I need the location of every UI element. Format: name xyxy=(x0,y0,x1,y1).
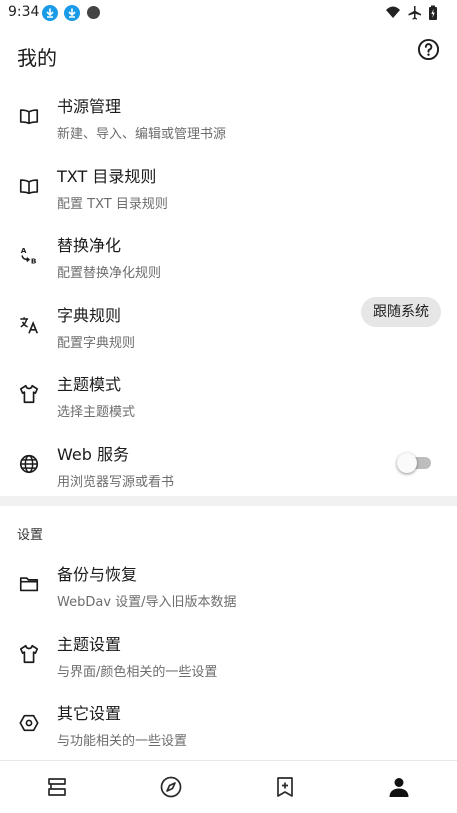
menu-item-subtitle: WebDav 设置/导入旧版本数据 xyxy=(57,595,237,610)
menu-item-title: TXT 目录规则 xyxy=(57,166,157,186)
menu-item-title: 替换净化 xyxy=(57,236,122,255)
nav-discover[interactable] xyxy=(114,761,228,813)
compass-icon xyxy=(160,776,182,798)
help-icon[interactable] xyxy=(417,38,440,61)
airplane-icon xyxy=(408,6,421,20)
status-right-icons xyxy=(385,4,447,22)
switch-thumb xyxy=(397,453,417,473)
section-divider xyxy=(0,496,457,506)
folder-icon xyxy=(18,573,40,595)
svg-text:A: A xyxy=(21,246,27,255)
menu-item-subtitle: 配置替换净化规则 xyxy=(57,266,162,281)
status-bar: 9:34 xyxy=(0,0,457,26)
app-bar: 我的 xyxy=(0,26,457,82)
menu-item-title: 备份与恢复 xyxy=(57,565,138,584)
menu-item-subtitle: 选择主题模式 xyxy=(57,405,136,420)
nav-bookshelf[interactable] xyxy=(0,761,114,813)
shirt-icon xyxy=(18,643,40,665)
book-icon xyxy=(18,105,40,127)
menu-item-theme-settings[interactable]: 主题设置 与界面/颜色相关的一些设置 xyxy=(0,620,457,690)
menu-item-title: Web 服务 xyxy=(57,444,129,464)
menu-item-backup[interactable]: 备份与恢复 WebDav 设置/导入旧版本数据 xyxy=(0,550,457,620)
menu-item-theme-mode[interactable]: 主题模式 选择主题模式 xyxy=(0,360,457,430)
bookmark-add-icon xyxy=(277,777,293,797)
menu-item-subtitle: 与界面/颜色相关的一些设置 xyxy=(57,664,218,680)
main-menu-list: 书源管理 新建、导入、编辑或管理书源 TXT 目录规则 配置 TXT 目录规则 … xyxy=(0,82,457,499)
person-icon xyxy=(389,778,409,797)
menu-item-replace[interactable]: AB 替换净化 配置替换净化规则 xyxy=(0,221,457,291)
bookshelf-icon xyxy=(48,778,66,796)
globe-icon xyxy=(18,453,40,475)
menu-item-book-source[interactable]: 书源管理 新建、导入、编辑或管理书源 xyxy=(0,82,457,152)
menu-item-title: 字典规则 xyxy=(57,305,122,325)
shirt-icon xyxy=(18,383,40,405)
nav-rss[interactable] xyxy=(228,761,342,813)
hexagon-settings-icon xyxy=(18,712,40,734)
menu-item-other-settings[interactable]: 其它设置 与功能相关的一些设置 xyxy=(0,689,457,759)
translate-icon xyxy=(18,314,40,336)
status-time: 9:34 xyxy=(8,4,40,20)
menu-item-title: 主题模式 xyxy=(57,375,122,394)
nav-my[interactable] xyxy=(342,761,456,813)
circle-icon xyxy=(87,6,100,19)
replace-ab-icon: AB xyxy=(18,244,40,266)
menu-item-subtitle: 新建、导入、编辑或管理书源 xyxy=(57,127,227,142)
web-service-switch[interactable] xyxy=(397,452,431,474)
battery-icon xyxy=(429,5,437,20)
page-title: 我的 xyxy=(17,46,57,70)
menu-item-title: 其它设置 xyxy=(57,704,122,723)
menu-item-subtitle: 配置字典规则 xyxy=(57,335,136,351)
download-icon xyxy=(64,5,80,21)
theme-mode-value-chip[interactable]: 跟随系统 xyxy=(361,297,441,327)
menu-item-subtitle: 与功能相关的一些设置 xyxy=(57,734,188,749)
menu-item-title: 书源管理 xyxy=(57,97,122,116)
section-title-settings: 设置 xyxy=(17,528,44,543)
menu-item-subtitle: 用浏览器写源或看书 xyxy=(57,474,175,490)
menu-item-title: 主题设置 xyxy=(57,634,122,654)
settings-menu-list: 备份与恢复 WebDav 设置/导入旧版本数据 主题设置 与界面/颜色相关的一些… xyxy=(0,550,457,759)
bottom-navigation xyxy=(0,760,457,813)
svg-text:B: B xyxy=(31,256,37,265)
wifi-icon xyxy=(386,6,400,18)
download-icon xyxy=(42,5,58,21)
menu-item-web-service[interactable]: Web 服务 用浏览器写源或看书 xyxy=(0,430,457,500)
menu-item-subtitle: 配置 TXT 目录规则 xyxy=(57,196,168,212)
menu-item-txt-toc[interactable]: TXT 目录规则 配置 TXT 目录规则 xyxy=(0,152,457,222)
book-icon xyxy=(18,175,40,197)
